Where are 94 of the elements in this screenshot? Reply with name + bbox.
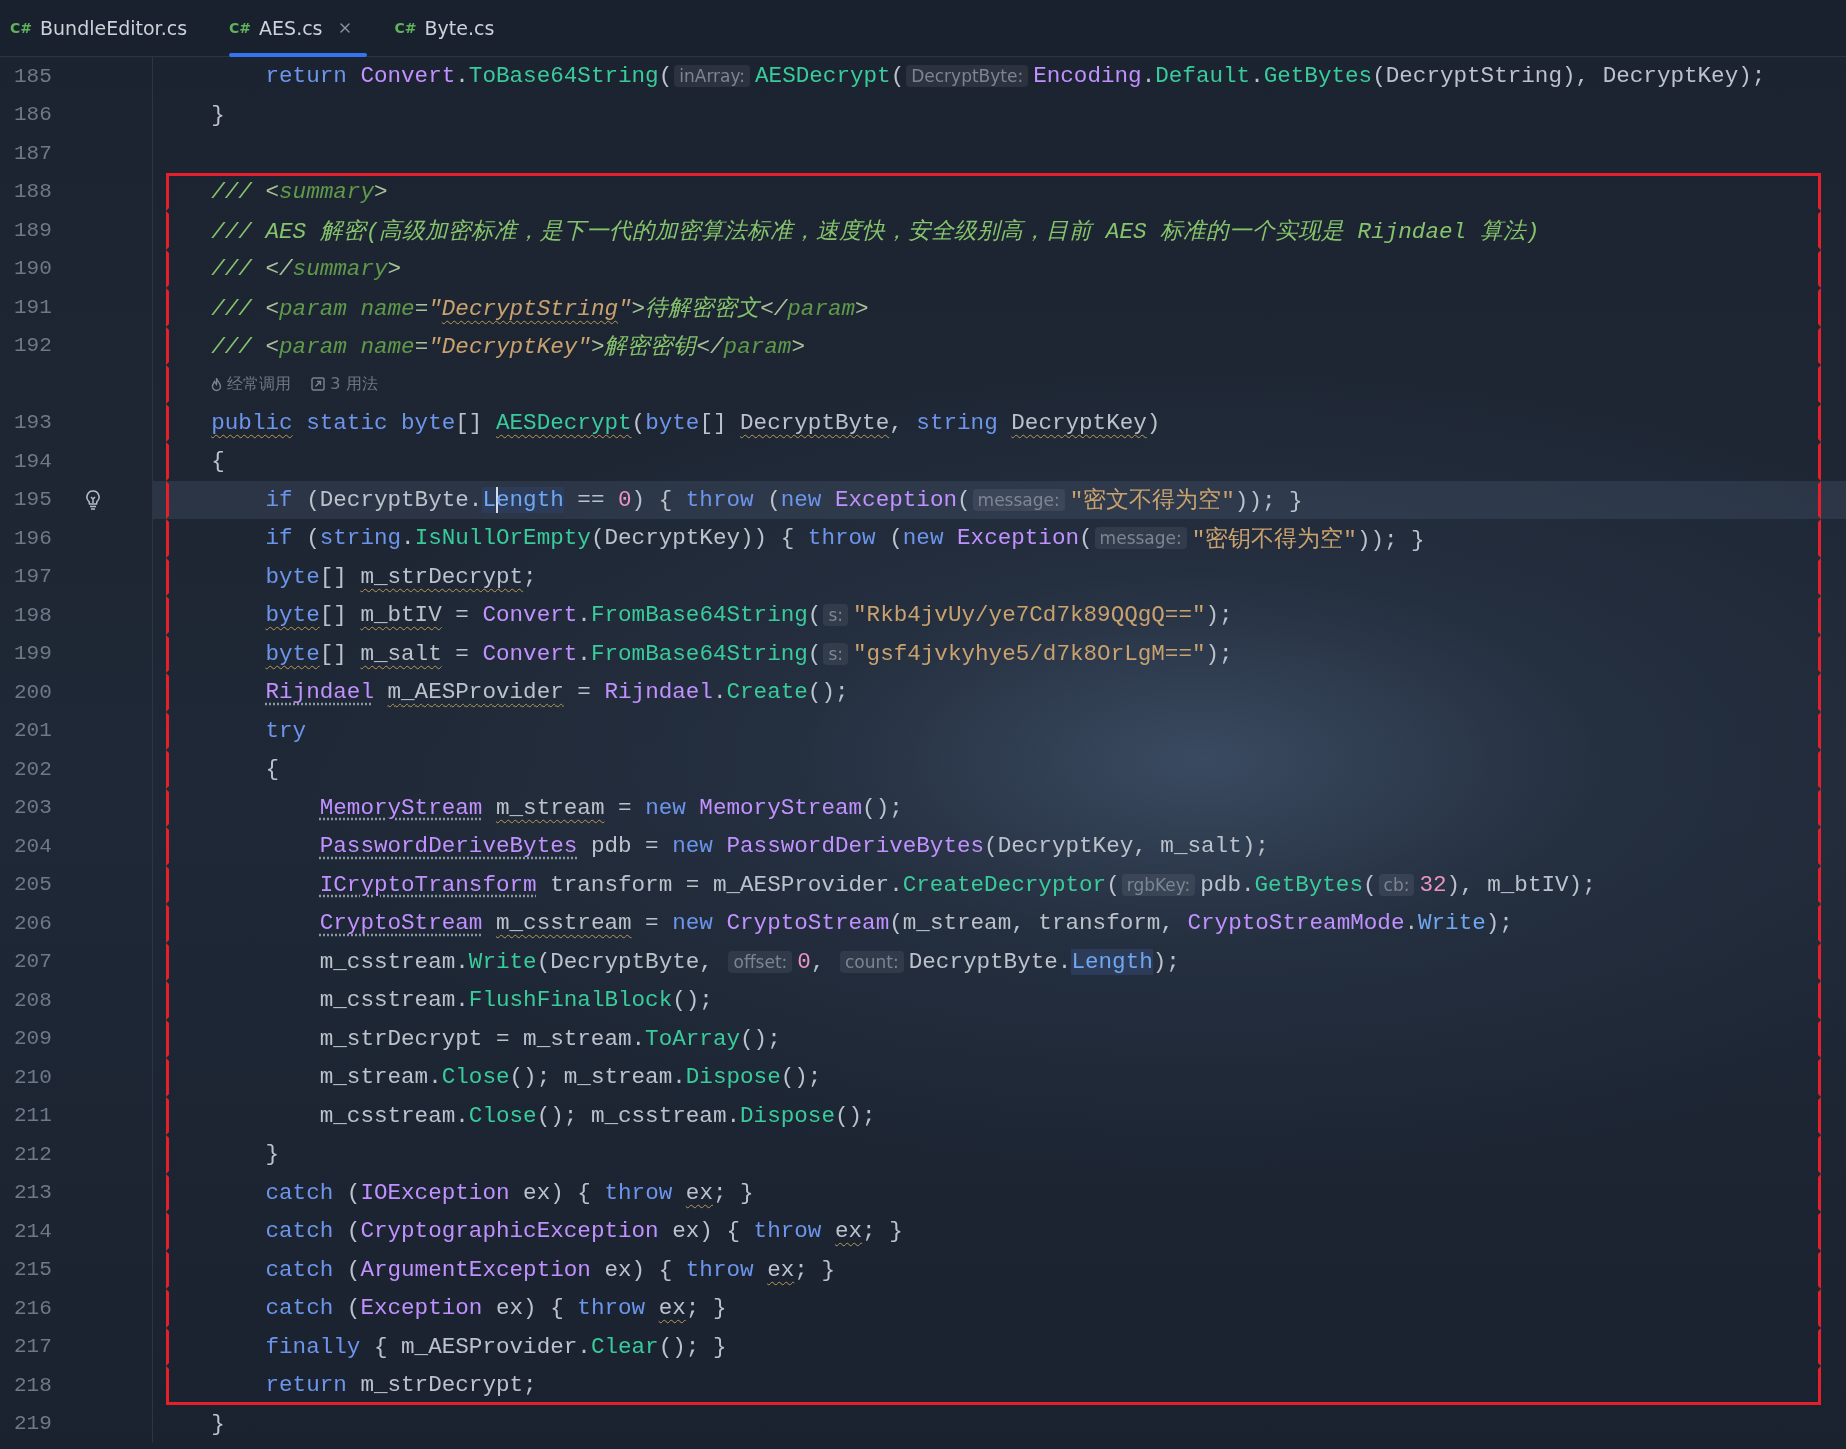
line-number: 208: [13, 988, 53, 1012]
code-text: Encoding.Default.GetBytes(DecryptString), DecryptKey);: [1033, 63, 1766, 90]
line-number: 198: [13, 603, 53, 627]
code-text: 0,: [797, 948, 826, 975]
parameter-hint: rgbKey:: [1121, 873, 1196, 896]
line-number: 207: [13, 950, 53, 974]
code-text: "Rkb4jvUy/ye7Cd7k89QQgQ==");: [853, 602, 1233, 629]
lightbulb-icon[interactable]: [84, 488, 102, 511]
code-text: ICryptoTransform transform = m_AESProvider.CreateDecryptor(: [318, 871, 1120, 898]
editor-tab[interactable]: C# BundleEditor.cs: [6, 0, 206, 56]
code-line: Rijndael m_AESProvider = Rijndael.Create();: [264, 679, 849, 706]
code-line: {: [210, 448, 225, 475]
code-line: }: [210, 1410, 225, 1437]
code-text: 32), m_btIV);: [1419, 871, 1596, 898]
line-number: 185: [13, 64, 53, 88]
parameter-hint: DecryptByte:: [906, 65, 1029, 88]
code-text: byte[] m_salt = Convert.FromBase64String(: [264, 640, 822, 667]
line-number: 214: [13, 1219, 53, 1243]
code-text: pdb.GetBytes(: [1200, 871, 1377, 898]
code-line: /// AES 解密(高级加密标准，是下一代的加密算法标准，速度快，安全级别高，目前 AES 标准的一个实现是 Rijndael 算法): [210, 217, 1540, 246]
code-line: catch (CryptographicException ex) { throw ex; }: [264, 1218, 903, 1245]
code-line: /// <summary>: [210, 178, 388, 205]
code-line: public static byte[] AESDecrypt(byte[] DecryptByte, string DecryptKey): [210, 409, 1161, 436]
code-text: DecryptByte.Length);: [908, 948, 1180, 975]
code-line: /// <param name="DecryptKey">解密密钥</param>: [210, 333, 805, 362]
line-number: 209: [13, 1027, 53, 1051]
parameter-hint: s:: [823, 642, 848, 665]
line-number: 219: [13, 1412, 53, 1436]
arrow-box-icon: [311, 377, 326, 392]
line-number: 215: [13, 1258, 53, 1282]
code-text: "密钥不得为空")); }: [1191, 525, 1425, 554]
code-text: "gsf4jvkyhye5/d7k8OrLgM==");: [853, 640, 1233, 667]
line-number: 204: [13, 834, 53, 858]
parameter-hint: inArray:: [674, 65, 751, 88]
parameter-hint: cb:: [1378, 873, 1415, 896]
code-line: }: [210, 101, 225, 128]
line-number: 186: [13, 103, 53, 127]
line-number: 191: [13, 295, 53, 319]
line-number: 187: [13, 141, 53, 165]
line-number: 195: [13, 488, 53, 512]
line-number: 210: [13, 1065, 53, 1089]
code-text: m_csstream.Write(DecryptByte,: [318, 948, 714, 975]
line-number: 218: [13, 1373, 53, 1397]
code-line: return m_strDecrypt;: [264, 1372, 537, 1399]
line-number: 201: [13, 719, 53, 743]
code-line: }: [264, 1141, 280, 1168]
code-line: /// <param name="DecryptString">待解密密文</param>: [210, 294, 869, 323]
line-number: 206: [13, 911, 53, 935]
line-number: 189: [13, 218, 53, 242]
code-line: try: [264, 717, 307, 744]
line-number: 192: [13, 334, 53, 358]
parameter-hint: s:: [823, 604, 848, 627]
line-number: 216: [13, 1296, 53, 1320]
line-number: 212: [13, 1142, 53, 1166]
editor-tab[interactable]: C# Byte.cs: [390, 0, 513, 56]
code-text: AESDecrypt(: [755, 63, 905, 90]
code-text: byte[] m_btIV = Convert.FromBase64String(: [264, 602, 822, 629]
parameter-hint: count:: [840, 950, 904, 973]
line-number: 197: [13, 565, 53, 589]
line-number: 213: [13, 1181, 53, 1205]
code-line: finally { m_AESProvider.Clear(); }: [264, 1333, 727, 1360]
code-line: MemoryStream m_stream = new MemoryStream();: [318, 794, 903, 821]
line-number: 211: [13, 1104, 53, 1128]
code-line: {: [264, 756, 280, 783]
line-number: 200: [13, 680, 53, 704]
line-number: 217: [13, 1335, 53, 1359]
line-number: 205: [13, 873, 53, 897]
code-line: PasswordDeriveBytes pdb = new PasswordDeriveBytes(DecryptKey, m_salt);: [318, 833, 1269, 860]
line-number: 194: [13, 449, 53, 473]
line-number: 193: [13, 411, 53, 435]
code-line: /// </summary>: [210, 255, 402, 282]
parameter-hint: message:: [972, 488, 1065, 511]
line-number: 196: [13, 526, 53, 550]
code-text: if (string.IsNullOrEmpty(DecryptKey)) { throw (new Exception(: [264, 525, 1093, 552]
code-text: return Convert.ToBase64String(: [264, 63, 673, 90]
editor-tab[interactable]: C# AES.cs: [225, 0, 371, 56]
code-line: m_csstream.FlushFinalBlock();: [318, 987, 713, 1014]
line-number: 199: [13, 642, 53, 666]
line-number: 203: [13, 796, 53, 820]
line-number: 190: [13, 257, 53, 281]
parameter-hint: message:: [1094, 527, 1187, 550]
parameter-hint: offset:: [728, 950, 793, 973]
code-line: m_strDecrypt = m_stream.ToArray();: [318, 1025, 781, 1052]
code-line: m_csstream.Close(); m_csstream.Dispose();: [318, 1102, 876, 1129]
line-number: 188: [13, 180, 53, 204]
code-text: "密文不得为空")); }: [1069, 486, 1303, 516]
code-line: catch (Exception ex) { throw ex; }: [264, 1295, 727, 1322]
line-number: 202: [13, 757, 53, 781]
flame-icon: [211, 376, 223, 392]
code-line: m_stream.Close(); m_stream.Dispose();: [318, 1064, 822, 1091]
code-line: catch (ArgumentException ex) { throw ex; }: [264, 1256, 835, 1283]
code-line: CryptoStream m_csstream = new CryptoStream(m_stream, transform, CryptoStreamMode.Write);: [318, 910, 1513, 937]
code-line: catch (IOException ex) { throw ex; }: [264, 1179, 754, 1206]
code-line: byte[] m_strDecrypt;: [264, 563, 537, 590]
